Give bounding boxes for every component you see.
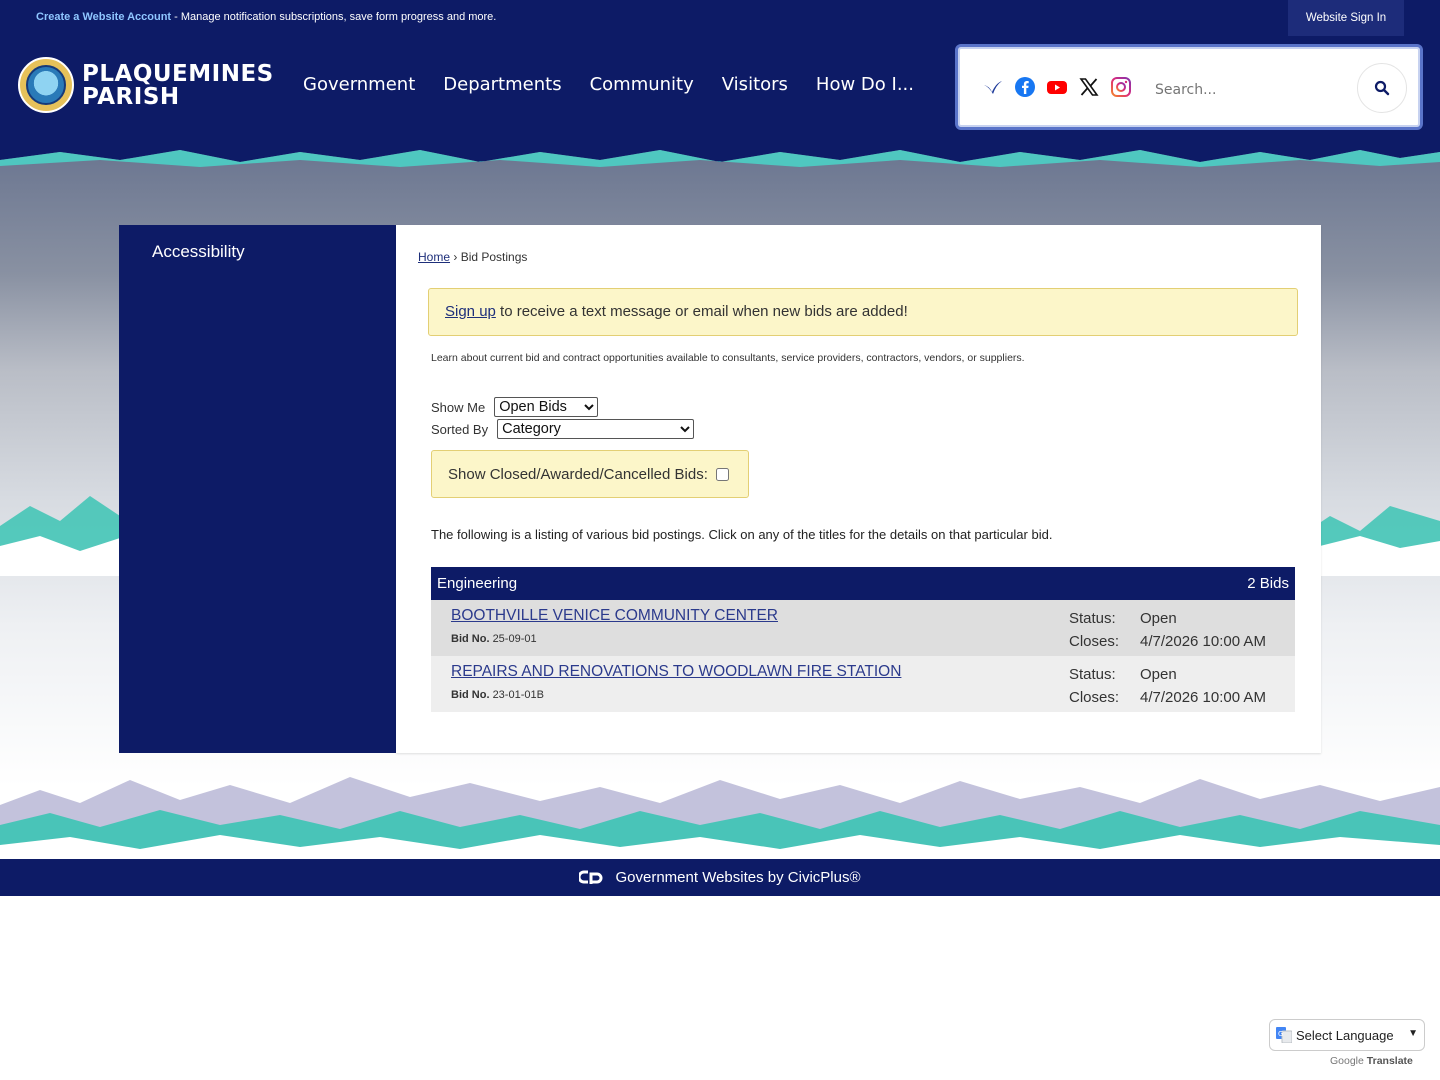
social-links — [982, 76, 1132, 98]
table-row: BOOTHVILLE VENICE COMMUNITY CENTER Bid N… — [431, 600, 1295, 656]
show-me-select[interactable]: Open Bids — [494, 397, 599, 417]
main-content: Home › Bid Postings Sign up to receive a… — [396, 225, 1321, 753]
status-label: Status: — [1069, 666, 1116, 683]
youtube-icon[interactable] — [1046, 76, 1068, 98]
breadcrumb-separator: › — [450, 250, 461, 264]
parish-seal-logo[interactable] — [18, 57, 74, 113]
bid-title-link[interactable]: REPAIRS AND RENOVATIONS TO WOODLAWN FIRE… — [451, 663, 901, 681]
bid-no-value: 23-01-01B — [492, 689, 544, 701]
powered-google: Google — [1330, 1055, 1364, 1067]
signup-alert-text: to receive a text message or email when … — [495, 303, 908, 320]
account-message: Create a Website Account - Manage notifi… — [36, 11, 496, 23]
site-logo-text[interactable]: PLAQUEMINES PARISH — [82, 63, 274, 109]
svg-text:G: G — [1278, 1030, 1283, 1038]
chevron-down-icon: ▼ — [1408, 1028, 1418, 1039]
powered-by-google-translate[interactable]: Google Translate — [1330, 1055, 1413, 1067]
sidebar-nav: Accessibility — [119, 225, 396, 753]
main-nav: Government Departments Community Visitor… — [289, 74, 928, 95]
signup-link[interactable]: Sign up — [445, 303, 496, 320]
closes-value: 4/7/2026 10:00 AM — [1140, 689, 1266, 706]
bid-category-header: Engineering 2 Bids — [431, 567, 1295, 600]
bid-filters: Show Me Open Bids Sorted By Category — [431, 396, 695, 440]
language-select[interactable]: G Select Language ▼ — [1269, 1019, 1425, 1051]
sorted-by-label: Sorted By — [431, 421, 489, 437]
nav-visitors[interactable]: Visitors — [722, 74, 788, 95]
create-account-link[interactable]: Create a Website Account — [36, 11, 171, 23]
bid-title-link[interactable]: BOOTHVILLE VENICE COMMUNITY CENTER — [451, 607, 778, 625]
status-label: Status: — [1069, 610, 1116, 627]
bid-status-block: Status: Open Closes: 4/7/2026 10:00 AM — [1069, 663, 1266, 709]
show-closed-toggle: Show Closed/Awarded/Cancelled Bids: — [431, 450, 749, 498]
website-sign-in-button[interactable]: Website Sign In — [1288, 0, 1404, 36]
closes-label: Closes: — [1069, 689, 1120, 706]
search-panel — [955, 44, 1423, 130]
signup-alert: Sign up to receive a text message or ema… — [428, 288, 1298, 336]
account-message-text: - Manage notification subscriptions, sav… — [171, 11, 497, 23]
bid-category-name: Engineering — [437, 575, 518, 592]
civicplus-footer-link[interactable]: Government Websites by CivicPlus® — [615, 869, 860, 886]
closes-value: 4/7/2026 10:00 AM — [1140, 633, 1266, 650]
instagram-icon[interactable] — [1110, 76, 1132, 98]
intro-text: Learn about current bid and contract opp… — [431, 352, 1025, 364]
search-button[interactable] — [1357, 63, 1407, 113]
table-row: REPAIRS AND RENOVATIONS TO WOODLAWN FIRE… — [431, 656, 1295, 712]
google-translate-icon: G — [1276, 1027, 1293, 1044]
show-closed-label: Show Closed/Awarded/Cancelled Bids: — [448, 465, 708, 483]
header-torn-edge — [0, 140, 1440, 167]
language-select-label: Select Language — [1296, 1027, 1394, 1043]
x-icon[interactable] — [1078, 76, 1100, 98]
nav-government[interactable]: Government — [303, 74, 415, 95]
nav-how-do-i[interactable]: How Do I... — [816, 74, 914, 95]
bid-no-value: 25-09-01 — [492, 633, 537, 645]
logo-line-1: PLAQUEMINES — [82, 61, 274, 87]
search-icon — [1374, 80, 1390, 96]
bid-status-block: Status: Open Closes: 4/7/2026 10:00 AM — [1069, 607, 1266, 653]
sidebar-item-accessibility[interactable]: Accessibility — [152, 242, 245, 262]
facebook-icon[interactable] — [1014, 76, 1036, 98]
breadcrumb-home[interactable]: Home — [418, 250, 450, 264]
search-input[interactable] — [1155, 77, 1345, 103]
bid-number: Bid No. 25-09-01 — [451, 633, 537, 645]
footer-wave-decoration — [0, 777, 1440, 860]
site-footer: Government Websites by CivicPlus® — [0, 859, 1440, 896]
show-closed-checkbox[interactable] — [715, 467, 729, 481]
status-value: Open — [1140, 666, 1177, 683]
seal-center — [26, 65, 66, 105]
breadcrumb: Home › Bid Postings — [418, 250, 527, 264]
nav-community[interactable]: Community — [590, 74, 694, 95]
powered-translate: Translate — [1366, 1055, 1413, 1067]
bid-count: 2 Bids — [1247, 575, 1289, 592]
breadcrumb-current: Bid Postings — [460, 250, 528, 264]
logo-line-2: PARISH — [82, 84, 180, 110]
civicplus-icon — [579, 870, 603, 886]
bid-no-label: Bid No. — [451, 633, 490, 645]
status-value: Open — [1140, 610, 1177, 627]
bid-no-label: Bid No. — [451, 689, 490, 701]
nav-departments[interactable]: Departments — [443, 74, 561, 95]
closes-label: Closes: — [1069, 633, 1120, 650]
bid-list: Engineering 2 Bids BOOTHVILLE VENICE COM… — [431, 567, 1295, 712]
bluesky-icon[interactable] — [982, 76, 1004, 98]
site-header: PLAQUEMINES PARISH Government Department… — [0, 36, 1440, 150]
sorted-by-select[interactable]: Category — [497, 419, 695, 439]
show-me-label: Show Me — [431, 399, 486, 415]
top-utility-bar: Create a Website Account - Manage notifi… — [0, 0, 1440, 36]
bid-number: Bid No. 23-01-01B — [451, 689, 544, 701]
listing-note: The following is a listing of various bi… — [431, 527, 1053, 542]
